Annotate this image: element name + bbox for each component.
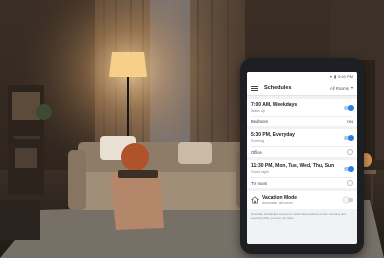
phone-mockup: ▾ ▮ 5:00 PM Schedules All Rooms 7:00 AM,…	[240, 58, 364, 254]
schedule-toggle[interactable]	[344, 134, 354, 141]
footer-note: Simulate scheduled scenes to randomize p…	[251, 212, 346, 221]
schedule-subtitle: Evening	[251, 139, 264, 143]
vacation-toggle[interactable]	[343, 197, 353, 203]
schedule-subtitle: Wake up	[251, 109, 266, 113]
menu-icon[interactable]	[251, 85, 258, 91]
battery-icon: ▮	[333, 74, 337, 79]
marketing-frame: ▾ ▮ 5:00 PM Schedules All Rooms 7:00 AM,…	[0, 0, 384, 258]
house-icon	[251, 196, 259, 204]
schedule-device: TV room	[251, 180, 268, 186]
schedule-subtitle: Good night	[251, 170, 269, 174]
gear-icon[interactable]	[347, 180, 353, 186]
room-filter-dropdown[interactable]: All Rooms	[330, 86, 353, 91]
divider	[251, 116, 353, 117]
app-bar: Schedules All Rooms	[247, 81, 357, 96]
schedule-toggle[interactable]	[344, 165, 354, 172]
schedule-card[interactable]: 11:30 PM, Mon, Tue, Wed, Thu, Sun Good n…	[247, 160, 357, 188]
signal-icon: ▾	[329, 74, 332, 79]
status-bar: ▾ ▮ 5:00 PM	[247, 72, 357, 81]
room-filter-label: All Rooms	[329, 85, 349, 91]
page-title: Schedules	[264, 85, 292, 91]
divider	[251, 177, 353, 178]
schedule-card[interactable]: 7:00 AM, Weekdays Wake up Bedroom ON	[247, 99, 357, 126]
gear-icon[interactable]	[347, 149, 353, 155]
device-state: ON	[347, 119, 353, 124]
vacation-mode-card[interactable]: Vacation Mode Automatic, all rooms	[247, 191, 357, 209]
schedule-device: Office	[251, 149, 262, 155]
chevron-down-icon	[351, 87, 353, 89]
status-time: 5:00 PM	[338, 74, 353, 79]
phone-screen: ▾ ▮ 5:00 PM Schedules All Rooms 7:00 AM,…	[247, 72, 357, 244]
schedule-title: 5:30 PM, Everyday	[251, 132, 295, 138]
schedule-title: 11:30 PM, Mon, Tue, Wed, Thu, Sun	[251, 163, 335, 169]
vacation-subtitle: Automatic, all rooms	[262, 201, 293, 205]
schedule-device: Bedroom	[251, 119, 268, 124]
divider	[251, 146, 353, 147]
schedule-toggle[interactable]	[344, 104, 354, 111]
schedule-title: 7:00 AM, Weekdays	[251, 102, 298, 108]
schedule-card[interactable]: 5:30 PM, Everyday Evening Office	[247, 129, 357, 157]
